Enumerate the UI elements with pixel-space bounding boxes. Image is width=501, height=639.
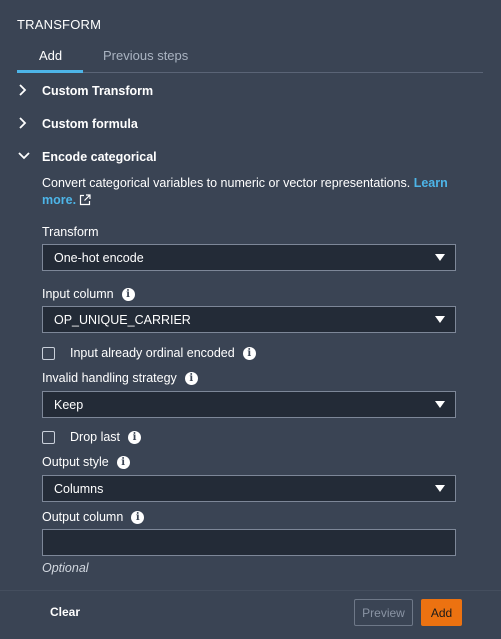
preview-button[interactable]: Preview [354, 599, 413, 626]
transform-label: Transform [42, 225, 99, 239]
caret-down-icon [435, 401, 445, 408]
info-icon[interactable]: i [184, 371, 198, 385]
section-custom-transform[interactable]: Custom Transform [17, 81, 153, 101]
encode-description: Convert categorical variables to numeric… [42, 175, 462, 211]
transform-select[interactable]: One-hot encode [42, 244, 456, 271]
info-icon[interactable]: i [131, 510, 145, 524]
output-style-value: Columns [54, 481, 104, 496]
caret-down-icon [435, 316, 445, 323]
input-column-select[interactable]: OP_UNIQUE_CARRIER [42, 306, 456, 333]
output-style-label: Output style i [42, 455, 130, 469]
info-icon[interactable]: i [121, 287, 135, 301]
tab-bar: Add Previous steps [17, 46, 483, 73]
drop-last-checkbox[interactable] [42, 430, 55, 444]
invalid-handling-value: Keep [54, 397, 84, 412]
info-icon[interactable]: i [116, 455, 130, 469]
input-column-label: Input column i [42, 287, 135, 301]
ordinal-encoded-option: Input already ordinal encoded i [42, 345, 256, 361]
drop-last-label: Drop last [70, 430, 121, 444]
footer-divider [0, 590, 501, 591]
ordinal-encoded-label: Input already ordinal encoded [70, 346, 235, 360]
section-label: Custom formula [42, 117, 138, 131]
chevron-down-icon [17, 147, 37, 167]
info-icon[interactable]: i [242, 346, 256, 360]
ordinal-encoded-checkbox[interactable] [42, 346, 55, 360]
invalid-handling-select[interactable]: Keep [42, 391, 456, 418]
active-tab-indicator [17, 70, 83, 73]
section-label: Custom Transform [42, 84, 154, 98]
output-column-input[interactable] [42, 529, 456, 556]
section-custom-formula[interactable]: Custom formula [17, 114, 138, 134]
caret-down-icon [435, 485, 445, 492]
chevron-right-icon [17, 114, 37, 134]
add-button[interactable]: Add [421, 599, 462, 626]
panel-title: TRANSFORM [17, 17, 102, 32]
info-icon[interactable]: i [128, 430, 142, 444]
section-label: Encode categorical [42, 150, 157, 164]
caret-down-icon [435, 254, 445, 261]
transform-panel: TRANSFORM Add Previous steps Custom Tran… [0, 0, 501, 639]
section-encode-categorical[interactable]: Encode categorical [17, 147, 157, 167]
output-column-label: Output column i [42, 510, 145, 524]
optional-hint: Optional [42, 561, 89, 575]
tab-previous-steps[interactable]: Previous steps [103, 48, 188, 63]
tab-add[interactable]: Add [39, 48, 62, 63]
description-text: Convert categorical variables to numeric… [42, 176, 411, 190]
clear-button[interactable]: Clear [50, 605, 80, 619]
external-link-icon[interactable] [79, 194, 91, 211]
invalid-handling-label: Invalid handling strategy i [42, 371, 198, 385]
chevron-right-icon [17, 81, 37, 101]
transform-value: One-hot encode [54, 250, 144, 265]
drop-last-option: Drop last i [42, 429, 142, 445]
output-style-select[interactable]: Columns [42, 475, 456, 502]
input-column-value: OP_UNIQUE_CARRIER [54, 312, 191, 327]
